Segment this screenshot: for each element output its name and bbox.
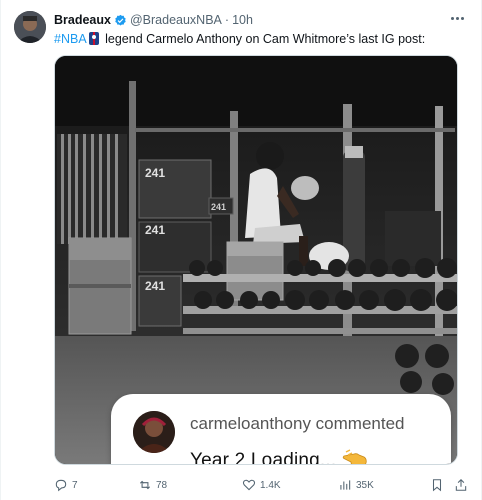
basketball-icon <box>88 32 99 45</box>
tweet-photo[interactable]: 241 241 241 241 carmeloanthony commented… <box>54 55 458 465</box>
tweet-timestamp[interactable]: 10h <box>232 13 253 27</box>
box-label: 241 <box>211 202 226 212</box>
reply-button[interactable]: 7 <box>54 476 78 494</box>
verified-badge-icon <box>115 14 126 26</box>
commenter-username: carmeloanthony commented <box>190 414 405 433</box>
box-label: 241 <box>145 166 165 180</box>
like-button[interactable]: 1.4K <box>242 476 281 494</box>
tweet-body: legend Carmelo Anthony on Cam Whitmore’s… <box>101 32 426 46</box>
like-count: 1.4K <box>260 479 281 491</box>
author-name[interactable]: Bradeaux <box>54 13 111 27</box>
repost-count: 78 <box>156 479 168 491</box>
reply-icon <box>55 479 67 492</box>
share-button[interactable] <box>454 476 468 494</box>
views-count: 35K <box>356 479 374 491</box>
comment-text: Year 2 Loading... <box>190 448 368 465</box>
like-icon <box>242 479 256 491</box>
hashtag-link[interactable]: #NBA <box>54 32 87 46</box>
comment-body: Year 2 Loading... <box>190 450 337 465</box>
more-icon[interactable] <box>447 10 467 26</box>
pointing-hand-emoji <box>343 449 368 464</box>
views-icon <box>340 480 351 490</box>
commenter-avatar <box>133 411 175 453</box>
box-label: 241 <box>145 223 165 237</box>
views-button[interactable]: 35K <box>338 476 374 494</box>
tweet-card[interactable]: Bradeaux @BradeauxNBA · 10h #NBA legend … <box>0 0 482 500</box>
bookmark-icon <box>432 479 442 492</box>
reply-count: 7 <box>72 479 78 491</box>
ig-comment-overlay: carmeloanthony commented Year 2 Loading.… <box>111 394 451 465</box>
author-avatar-image <box>14 11 46 43</box>
author-avatar[interactable] <box>14 11 46 43</box>
tweet-text: #NBA legend Carmelo Anthony on Cam Whitm… <box>54 31 425 47</box>
commenter-avatar-image <box>133 411 175 453</box>
box-label: 241 <box>145 279 165 293</box>
repost-icon <box>139 480 151 490</box>
share-icon <box>455 479 467 491</box>
header-separator: · <box>224 13 230 27</box>
repost-button[interactable]: 78 <box>138 476 167 494</box>
bookmark-button[interactable] <box>430 476 444 494</box>
author-handle[interactable]: @BradeauxNBA <box>130 13 222 27</box>
tweet-actions: 7 78 1.4K 35K <box>54 476 470 494</box>
tweet-header: Bradeaux @BradeauxNBA · 10h <box>54 12 253 28</box>
